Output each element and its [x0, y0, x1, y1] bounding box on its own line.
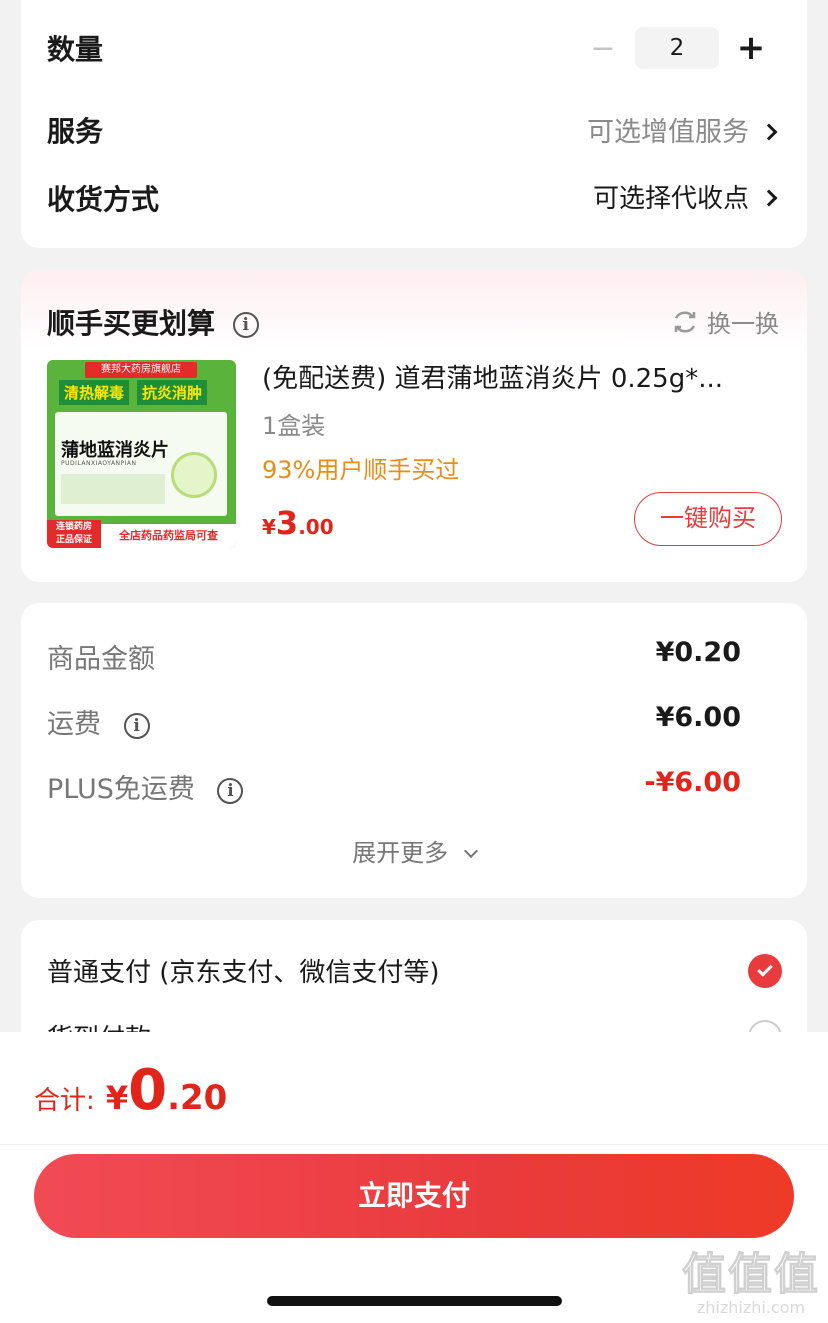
quantity-label: 数量 — [47, 33, 104, 66]
plus-free-shipping-label: PLUS免运费 i — [47, 767, 244, 806]
expand-more-button[interactable]: 展开更多 — [21, 833, 807, 868]
bottom-strip: 全店药品药监局可查 — [101, 524, 236, 548]
box-pattern — [61, 474, 165, 504]
social-proof: 93%用户顺手买过 — [262, 456, 460, 484]
pay-now-button[interactable]: 立即支付 — [34, 1154, 794, 1238]
slogan-row: 清热解毒 抗炎消肿 — [59, 380, 208, 405]
chevron-down-icon — [463, 843, 478, 859]
addon-title: 顺手买更划算 i — [47, 302, 259, 342]
payment-option-normal[interactable]: 普通支付 (京东支付、微信支付等) — [47, 952, 782, 992]
pill-graphic — [171, 452, 217, 498]
service-value: 可选增值服务 — [587, 117, 749, 148]
check-icon[interactable] — [748, 954, 782, 988]
order-options-card: 数量 − 2 + 服务 可选增值服务 收货方式 可选择代收点 — [21, 0, 807, 248]
fees-card: 商品金额 ¥0.20 运费 i ¥6.00 PLUS免运费 i -¥6.00 展… — [21, 603, 807, 898]
watermark: 值值值 zhizhizhi.com — [682, 1238, 820, 1318]
divider — [0, 1144, 828, 1145]
chevron-right-icon — [760, 189, 778, 206]
delivery-selector[interactable]: 可选择代收点 — [592, 178, 778, 215]
product-spec: 1盒装 — [262, 412, 326, 440]
delivery-label: 收货方式 — [47, 183, 160, 216]
addon-price: ¥3.00 — [262, 504, 334, 542]
addon-card: 顺手买更划算 i 换一换 赛邦大药房旗舰店 清热解毒 抗炎消肿 蒲地蓝消炎片 P… — [21, 270, 807, 582]
quantity-stepper[interactable]: − 2 + — [583, 24, 771, 72]
watermark-logo: 值值值 — [682, 1249, 820, 1301]
chevron-right-icon — [760, 123, 778, 140]
product-image[interactable]: 赛邦大药房旗舰店 清热解毒 抗炎消肿 蒲地蓝消炎片 PUDILANXIAOYAN… — [47, 360, 236, 548]
one-click-buy-button[interactable]: 一键购买 — [634, 492, 782, 546]
service-selector[interactable]: 可选增值服务 — [587, 110, 778, 149]
product-title[interactable]: (免配送费) 道君蒲地蓝消炎片 0.25g*... — [262, 358, 790, 395]
shipping-value: ¥6.00 — [655, 702, 741, 733]
info-icon[interactable]: i — [123, 712, 150, 739]
quantity-input[interactable]: 2 — [635, 27, 719, 69]
home-indicator — [267, 1296, 562, 1306]
authentic-badge: 连锁药房 正品保证 — [47, 520, 101, 548]
watermark-domain: zhizhizhi.com — [696, 1298, 806, 1317]
refresh-icon — [674, 311, 696, 332]
minus-icon[interactable]: − — [583, 31, 623, 66]
refresh-button[interactable]: 换一换 — [671, 304, 779, 339]
store-banner: 赛邦大药房旗舰店 — [85, 362, 197, 378]
delivery-value: 可选择代收点 — [592, 184, 749, 214]
goods-amount-label: 商品金额 — [47, 644, 155, 675]
service-label: 服务 — [47, 115, 104, 148]
plus-free-shipping-value: -¥6.00 — [644, 767, 741, 798]
total-amount: 合计: ¥0.20 — [34, 1058, 228, 1123]
drug-name: 蒲地蓝消炎片 — [61, 440, 169, 461]
drug-box: 蒲地蓝消炎片 PUDILANXIAOYANPIAN — [55, 412, 227, 516]
plus-icon[interactable]: + — [731, 28, 771, 68]
info-icon[interactable]: i — [217, 777, 244, 804]
goods-amount-value: ¥0.20 — [655, 637, 741, 668]
drug-pinyin: PUDILANXIAOYANPIAN — [61, 460, 137, 467]
info-icon[interactable]: i — [232, 312, 259, 338]
shipping-label: 运费 i — [47, 702, 150, 741]
